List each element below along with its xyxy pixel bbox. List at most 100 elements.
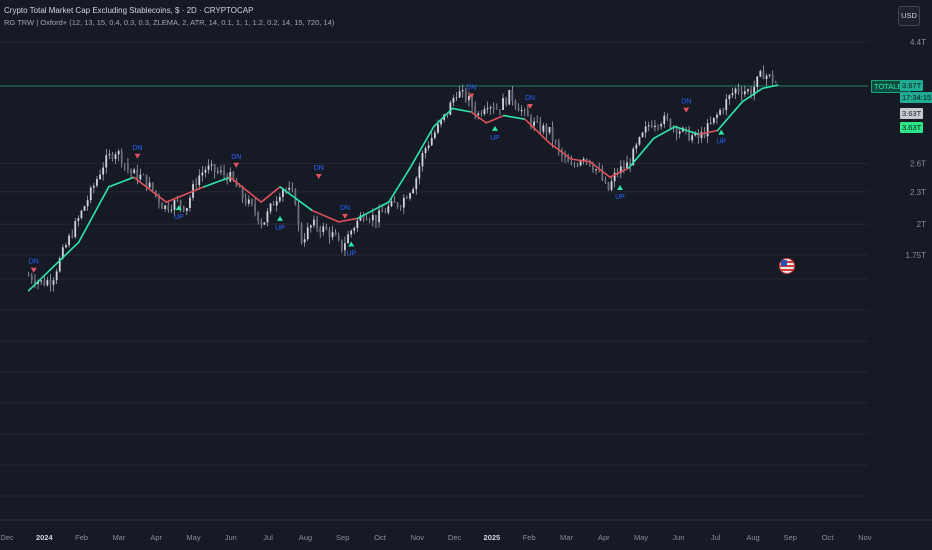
candle-body	[49, 280, 52, 285]
signal-markers: DN DN UP DN UP DN DN UP DN UP DN UP DN UP	[29, 85, 726, 273]
candle-body	[492, 107, 495, 110]
signal-up-label: UP	[490, 135, 500, 142]
price-axis[interactable]: 4.4T 2.6T 2.3T 2T 1.75T	[906, 38, 927, 260]
candle-body	[207, 165, 210, 170]
candle-body	[238, 186, 241, 188]
signal-down-triangle	[233, 162, 240, 168]
candle-body	[313, 219, 315, 226]
candle-body	[737, 88, 740, 92]
candle-body	[365, 218, 368, 220]
ma-segment	[260, 186, 281, 203]
candle-body	[68, 235, 70, 246]
candle-body	[89, 187, 92, 201]
indicator-legend[interactable]: RG TRW | Oxford+ (12, 13, 15, 0.4, 0.3, …	[4, 17, 334, 29]
signal-down-triangle	[30, 267, 37, 273]
ma-segment	[77, 186, 110, 243]
candle-body	[573, 164, 576, 166]
candlestick-series[interactable]	[27, 65, 777, 292]
candle-body	[381, 210, 384, 213]
candle-body	[151, 182, 154, 191]
candle-body	[43, 280, 46, 286]
price-tick-label: 2.3T	[910, 188, 926, 197]
candle-body	[368, 219, 371, 221]
signal-up-label: UP	[346, 250, 356, 257]
candle-body	[340, 239, 343, 251]
candle-body	[111, 154, 114, 160]
candle-body	[418, 166, 421, 179]
candle-body	[77, 218, 80, 222]
ma-segment	[432, 107, 454, 128]
candle-body	[427, 145, 430, 148]
candle-body	[220, 170, 222, 172]
candle-body	[108, 154, 111, 156]
signal-down-label: DN	[525, 95, 535, 102]
candle-body	[567, 157, 570, 163]
candle-body	[542, 125, 545, 132]
time-tick-label: Feb	[75, 533, 88, 542]
candle-body	[173, 200, 176, 210]
time-tick-label: Nov	[858, 533, 872, 542]
candle-body	[461, 90, 464, 92]
time-tick-label: Jul	[263, 533, 273, 542]
moving-average-line	[27, 84, 779, 292]
candle-body	[638, 136, 641, 145]
time-tick-label: Jul	[711, 533, 721, 542]
us-flag-event-icon[interactable]	[779, 258, 795, 274]
signal-up-triangle	[348, 241, 355, 247]
candle-body	[647, 125, 650, 127]
candle-body	[452, 97, 455, 103]
candle-body	[412, 189, 415, 194]
ma-segment	[716, 100, 744, 132]
candle-body	[384, 212, 387, 214]
time-tick-label: Feb	[523, 533, 536, 542]
candle-body	[768, 74, 771, 76]
time-tick-label: Oct	[374, 533, 387, 542]
candle-body	[756, 76, 759, 87]
candle-body	[526, 110, 529, 117]
candle-body	[750, 89, 752, 96]
ma-segment	[652, 125, 676, 140]
candle-body	[725, 99, 728, 111]
ma-segment	[132, 176, 168, 203]
candle-body	[210, 164, 213, 166]
symbol-title[interactable]: Crypto Total Market Cap Excluding Stable…	[4, 5, 334, 17]
candle-body	[176, 200, 179, 201]
candle-body	[96, 179, 98, 186]
time-tick-label: Sep	[784, 533, 797, 542]
candle-body	[387, 206, 390, 213]
time-tick-label: Dec	[448, 533, 462, 542]
signal-up-label: UP	[174, 214, 184, 221]
candle-body	[278, 196, 281, 202]
signal-down-label: DN	[132, 145, 142, 152]
candle-body	[344, 243, 346, 251]
candle-body	[117, 150, 120, 155]
candle-body	[554, 140, 557, 143]
candle-body	[216, 171, 219, 173]
time-tick-label: Dec	[0, 533, 14, 542]
candle-body	[719, 109, 721, 115]
candle-body	[133, 169, 136, 174]
candle-body	[223, 170, 225, 176]
candle-body	[201, 172, 204, 176]
candle-body	[285, 189, 287, 190]
candle-body	[148, 182, 151, 188]
signal-down-label: DN	[340, 205, 350, 212]
time-tick-label: Mar	[560, 533, 573, 542]
candle-body	[691, 135, 694, 141]
candle-body	[712, 117, 715, 123]
price-tick-label: 1.75T	[906, 251, 927, 260]
candle-body	[464, 90, 467, 101]
candle-body	[269, 203, 272, 212]
candle-body	[539, 121, 542, 132]
candle-body	[263, 222, 266, 225]
candle-body	[325, 226, 328, 230]
candle-body	[666, 115, 669, 120]
price-chart[interactable]: DN DN UP DN UP DN DN UP DN UP DN UP DN UP 4.4T 2.6T 2.3…	[0, 0, 932, 550]
candle-body	[415, 178, 418, 190]
time-axis[interactable]: Dec 2024 Feb Mar Apr May Jun Jul Aug Sep Oct Nov Dec…	[0, 533, 871, 542]
signal-up-label: UP	[716, 139, 726, 146]
price-tick-label: 2T	[917, 220, 926, 229]
candle-body	[213, 164, 216, 172]
candle-body	[86, 200, 89, 207]
currency-button[interactable]: USD	[898, 6, 920, 26]
